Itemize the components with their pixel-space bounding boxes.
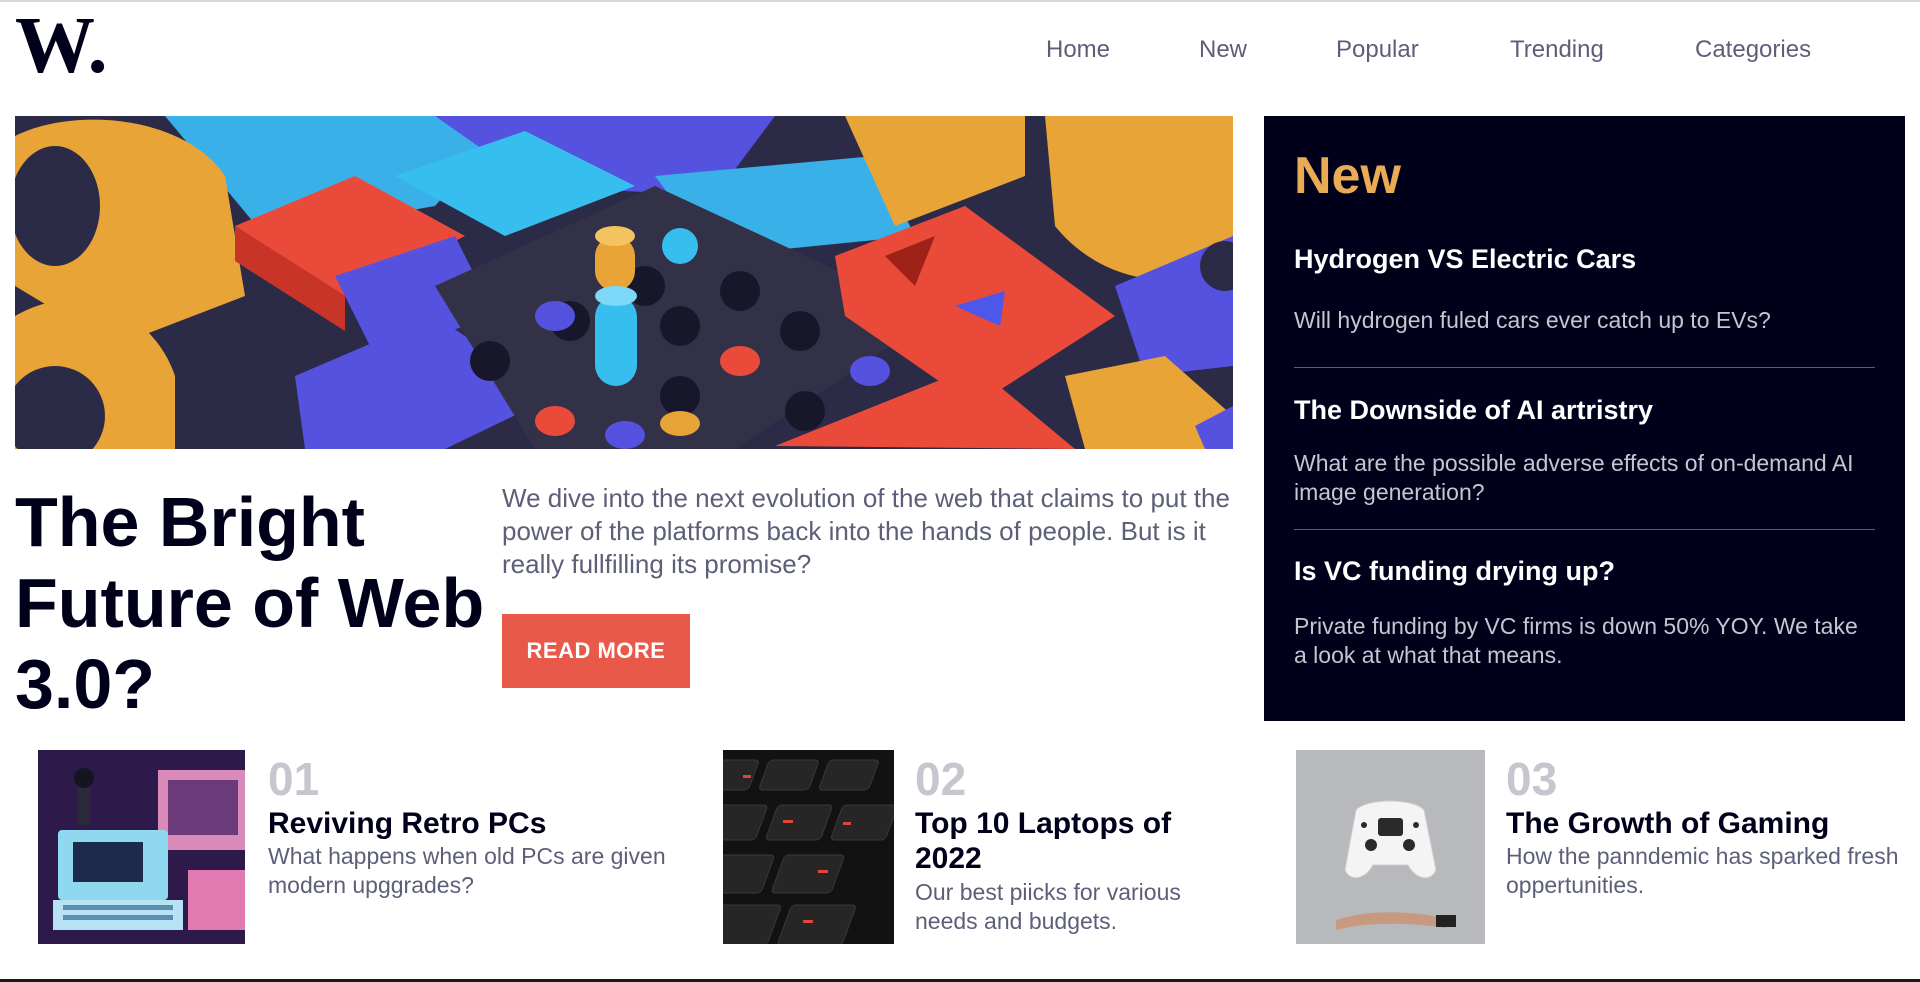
sidebar-item-title[interactable]: Hydrogen VS Electric Cars: [1294, 242, 1874, 276]
divider: [1294, 529, 1875, 530]
top-border: [0, 0, 1920, 2]
article-number: 03: [1506, 753, 1558, 805]
sidebar-item[interactable]: Hydrogen VS Electric Cars Will hydrogen …: [1294, 242, 1874, 335]
read-more-button[interactable]: READ MORE: [502, 614, 690, 688]
hero-title: The Bright Future of Web 3.0?: [15, 483, 485, 723]
article-thumbnail-gaming: [1296, 750, 1485, 944]
article-number: 02: [915, 753, 967, 805]
nav-popular[interactable]: Popular: [1336, 36, 1419, 64]
sidebar-item[interactable]: Is VC funding drying up? Private funding…: [1294, 554, 1874, 670]
article-description: Our best piicks for various needs and bu…: [915, 879, 1181, 934]
main-nav: Home New Popular Trending Categories: [0, 36, 1920, 68]
nav-home[interactable]: Home: [1046, 36, 1110, 64]
hero-description: We dive into the next evolution of the w…: [502, 483, 1230, 579]
sidebar-item-title[interactable]: Is VC funding drying up?: [1294, 554, 1874, 588]
article-description: What happens when old PCs are given mode…: [268, 843, 666, 898]
nav-trending[interactable]: Trending: [1510, 36, 1604, 64]
sidebar-item-description: What are the possible adverse effects of…: [1294, 450, 1854, 505]
article-number: 01: [268, 753, 320, 805]
nav-new[interactable]: New: [1199, 36, 1247, 64]
hero-image: [15, 116, 1233, 449]
article-title[interactable]: The Growth of Gaming: [1506, 806, 1906, 841]
article-title[interactable]: Top 10 Laptops of 2022: [915, 806, 1215, 876]
article-thumbnail-laptops: [723, 750, 894, 944]
new-sidebar: New Hydrogen VS Electric Cars Will hydro…: [1264, 116, 1905, 721]
sidebar-item[interactable]: The Downside of AI artristry What are th…: [1294, 393, 1874, 507]
divider: [1294, 367, 1875, 368]
nav-categories[interactable]: Categories: [1695, 36, 1811, 64]
sidebar-item-description: Private funding by VC firms is down 50% …: [1294, 613, 1858, 668]
article-title[interactable]: Reviving Retro PCs: [268, 806, 688, 841]
sidebar-item-description: Will hydrogen fuled cars ever catch up t…: [1294, 307, 1771, 333]
article-description: How the panndemic has sparked fresh oppe…: [1506, 843, 1899, 898]
sidebar-title: New: [1294, 147, 1401, 205]
sidebar-item-title[interactable]: The Downside of AI artristry: [1294, 393, 1874, 427]
article-thumbnail-retro-pcs: [38, 750, 245, 944]
